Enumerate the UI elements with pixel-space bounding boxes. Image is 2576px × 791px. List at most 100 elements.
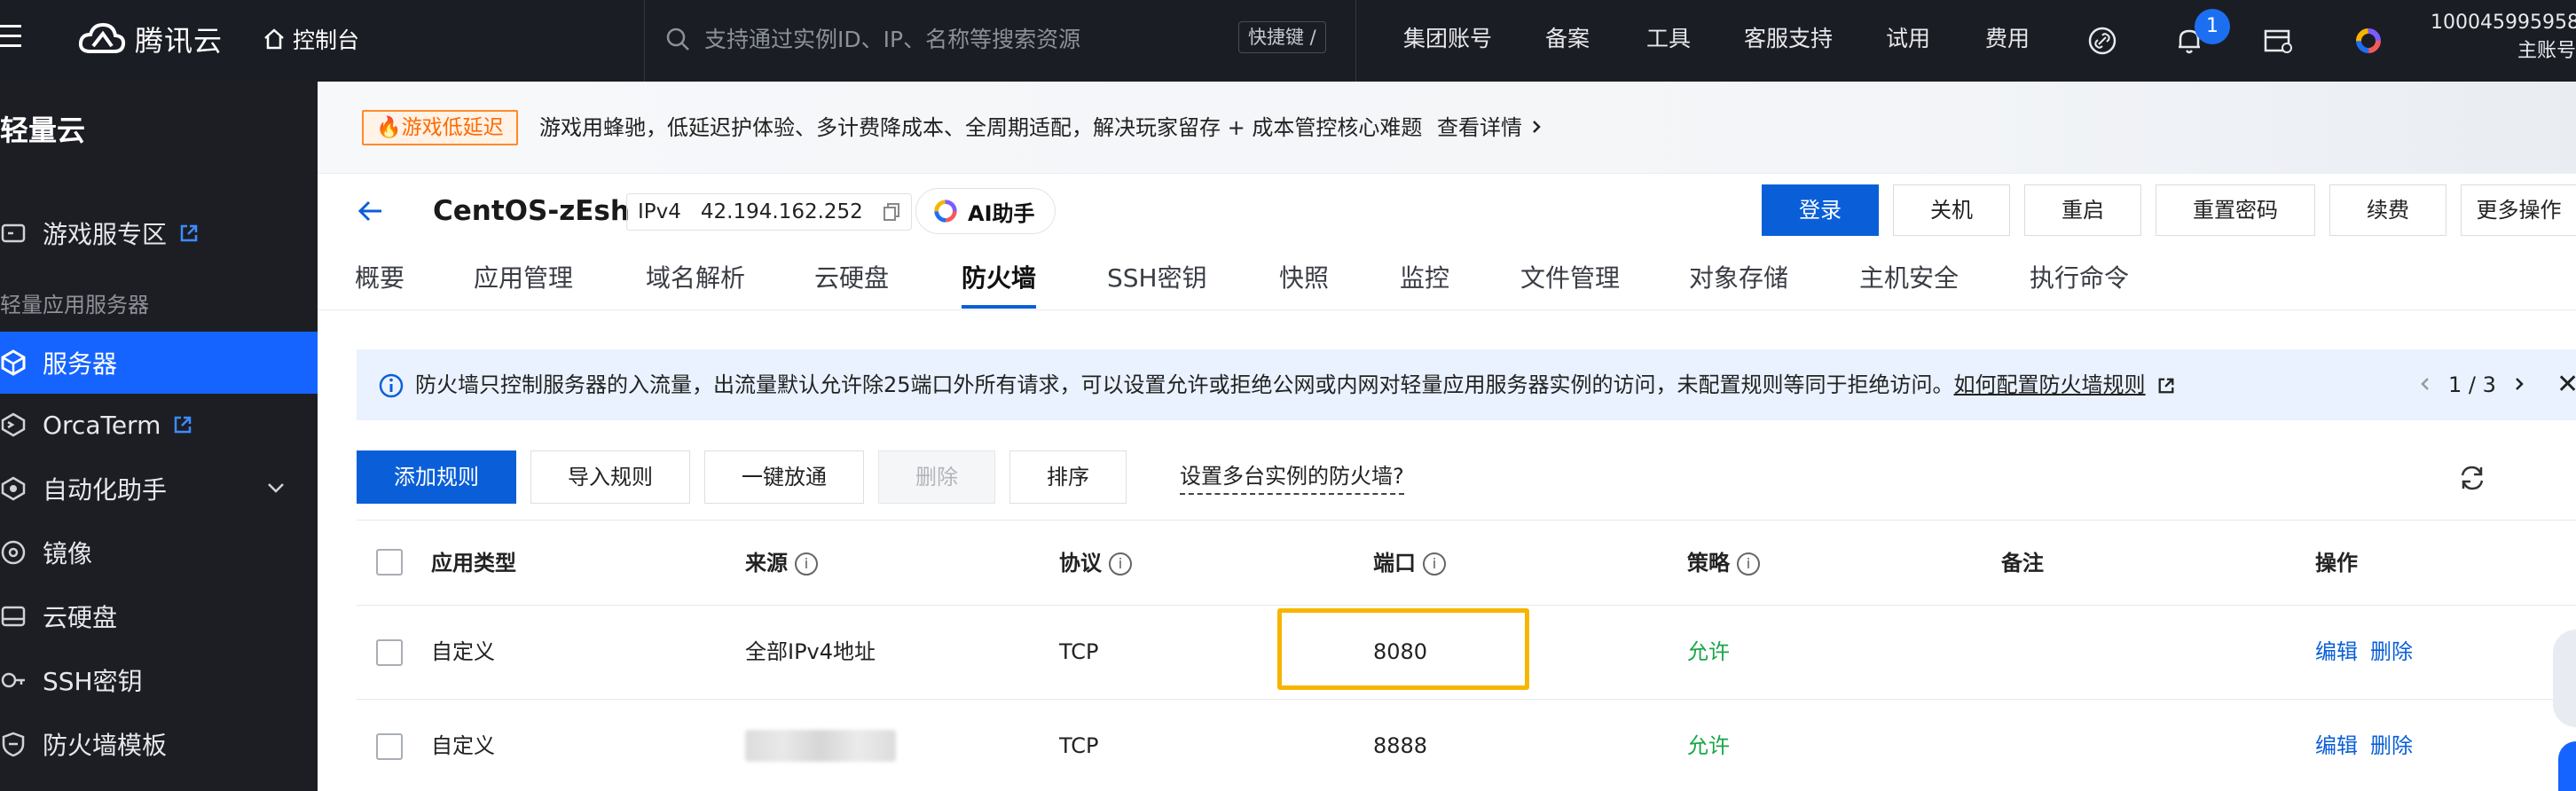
firewall-help-link[interactable]: 如何配置防火墙规则 bbox=[1954, 372, 2146, 397]
tab-overview[interactable]: 概要 bbox=[355, 259, 404, 298]
global-search[interactable] bbox=[665, 20, 1201, 59]
chevron-right-icon bbox=[1532, 121, 1541, 133]
instance-tabs: 概要 应用管理 域名解析 云硬盘 防火墙 SSH密钥 快照 监控 文件管理 对象… bbox=[318, 248, 2576, 310]
row-checkbox[interactable] bbox=[376, 639, 403, 666]
sidebar-item-automation[interactable]: 自动化助手 bbox=[0, 458, 318, 520]
sidebar-group-label: 轻量应用服务器 bbox=[0, 293, 149, 317]
notice-text: 防火墙只控制服务器的入流量，出流量默认允许除25端口外所有请求，可以设置允许或拒… bbox=[415, 367, 2175, 403]
info-icon[interactable]: i bbox=[1737, 552, 1760, 576]
promo-details-link[interactable]: 查看详情 bbox=[1437, 112, 1543, 144]
info-icon[interactable]: i bbox=[1423, 552, 1446, 576]
instance-header: CentOS-zEsh IPv4 42.194.162.252 AI助手 登录 … bbox=[318, 174, 2576, 248]
copy-icon[interactable] bbox=[883, 202, 900, 222]
delete-link[interactable]: 删除 bbox=[2370, 728, 2413, 764]
sidebar-item-label: 自动化助手 bbox=[43, 475, 168, 505]
nav-trial[interactable]: 试用 bbox=[1886, 20, 1930, 59]
disk-icon bbox=[0, 585, 43, 647]
ip-type: IPv4 bbox=[638, 200, 681, 223]
external-link-icon bbox=[175, 416, 192, 434]
chevron-left-icon[interactable] bbox=[2418, 376, 2432, 392]
sidebar-item-image[interactable]: 镜像 bbox=[0, 521, 318, 583]
automation-icon bbox=[0, 458, 43, 520]
sidebar-item-firewall-template[interactable]: 防火墙模板 bbox=[0, 713, 318, 775]
console-home-link[interactable]: 控制台 bbox=[263, 20, 359, 59]
cell-app-type: 自定义 bbox=[431, 733, 495, 758]
promo-banner: 🔥游戏低延迟 游戏用蜂驰，低延迟护体验、多计费降成本、全周期适配，解决玩家留存 … bbox=[318, 82, 2576, 174]
row-checkbox[interactable] bbox=[376, 733, 403, 760]
menu-icon[interactable] bbox=[0, 25, 23, 51]
promo-tag: 🔥游戏低延迟 bbox=[362, 110, 518, 145]
nav-filing[interactable]: 备案 bbox=[1545, 20, 1590, 59]
tab-monitor[interactable]: 监控 bbox=[1400, 259, 1449, 298]
header-protocol: 协议 i bbox=[1059, 545, 1132, 581]
sidebar-item-ssh-key[interactable]: SSH密钥 bbox=[0, 649, 318, 711]
ai-assistant-icon[interactable] bbox=[2351, 23, 2386, 59]
sidebar-item-disk[interactable]: 云硬盘 bbox=[0, 585, 318, 647]
nav-group-account[interactable]: 集团账号 bbox=[1403, 20, 1492, 59]
refresh-icon[interactable] bbox=[2457, 463, 2487, 493]
back-arrow-icon[interactable] bbox=[353, 193, 389, 229]
cell-app-type: 自定义 bbox=[431, 639, 495, 664]
info-icon[interactable]: i bbox=[795, 552, 818, 576]
floating-side-tab[interactable] bbox=[2553, 630, 2576, 727]
delete-link[interactable]: 删除 bbox=[2370, 634, 2413, 670]
open-all-button[interactable]: 一键放通 bbox=[704, 450, 864, 504]
floating-help-button[interactable] bbox=[2558, 741, 2576, 791]
tab-firewall[interactable]: 防火墙 bbox=[962, 259, 1036, 298]
link-icon[interactable] bbox=[2085, 23, 2120, 59]
nav-billing[interactable]: 费用 bbox=[1985, 20, 2030, 59]
header-note: 备注 bbox=[2001, 551, 2044, 576]
flame-icon: 🔥 bbox=[376, 116, 402, 139]
sidebar-item-label: 服务器 bbox=[43, 349, 118, 379]
user-menu[interactable]: 100045995958 主账号 bbox=[2431, 9, 2576, 66]
tab-app-management[interactable]: 应用管理 bbox=[474, 259, 573, 298]
login-button[interactable]: 登录 bbox=[1762, 184, 1879, 236]
sidebar-item-server[interactable]: 服务器 bbox=[0, 332, 318, 394]
reset-password-button[interactable]: 重置密码 bbox=[2156, 184, 2315, 236]
logo-text: 腾讯云 bbox=[135, 24, 224, 58]
sidebar-item-game-server[interactable]: 游戏服专区 bbox=[0, 202, 318, 264]
sidebar: 轻量云 游戏服专区 轻量应用服务器 服务器 OrcaTerm 自动化助手 镜像 … bbox=[0, 82, 318, 791]
cell-protocol: TCP bbox=[1059, 733, 1099, 758]
table-header: 应用类型 来源 i 协议 i 端口 i 策略 i 备注 操作 bbox=[357, 521, 2576, 606]
close-icon[interactable]: ✕ bbox=[2556, 367, 2576, 403]
tab-object-storage[interactable]: 对象存储 bbox=[1689, 259, 1788, 298]
rule-toolbar: 添加规则 导入规则 一键放通 删除 排序 设置多台实例的防火墙? bbox=[357, 450, 2576, 507]
tab-ssh-key[interactable]: SSH密钥 bbox=[1107, 259, 1207, 298]
tab-file-management[interactable]: 文件管理 bbox=[1520, 259, 1620, 298]
search-input[interactable] bbox=[704, 26, 1201, 52]
restart-button[interactable]: 重启 bbox=[2024, 184, 2141, 236]
shutdown-button[interactable]: 关机 bbox=[1893, 184, 2010, 236]
more-actions-button[interactable]: 更多操作 bbox=[2461, 184, 2576, 236]
image-icon bbox=[0, 521, 43, 583]
sidebar-item-orcaterm[interactable]: OrcaTerm bbox=[0, 394, 318, 456]
select-all-checkbox[interactable] bbox=[376, 549, 403, 576]
tab-host-security[interactable]: 主机安全 bbox=[1859, 259, 1959, 298]
edit-link[interactable]: 编辑 bbox=[2315, 634, 2358, 670]
tab-run-command[interactable]: 执行命令 bbox=[2030, 259, 2129, 298]
tab-dns[interactable]: 域名解析 bbox=[646, 259, 745, 298]
order-icon[interactable] bbox=[2260, 23, 2296, 59]
info-icon[interactable]: i bbox=[1109, 552, 1132, 576]
delete-button[interactable]: 删除 bbox=[878, 450, 995, 504]
nav-support[interactable]: 客服支持 bbox=[1744, 20, 1833, 59]
import-rules-button[interactable]: 导入规则 bbox=[530, 450, 690, 504]
header-port: 端口 i bbox=[1373, 545, 1446, 581]
home-icon bbox=[264, 28, 284, 50]
add-rule-button[interactable]: 添加规则 bbox=[357, 450, 516, 504]
notice-page-count: 1 / 3 bbox=[2448, 372, 2496, 397]
sort-button[interactable]: 排序 bbox=[1009, 450, 1127, 504]
edit-link[interactable]: 编辑 bbox=[2315, 728, 2358, 764]
chevron-right-icon[interactable] bbox=[2512, 376, 2526, 392]
renew-button[interactable]: 续费 bbox=[2329, 184, 2446, 236]
nav-tools[interactable]: 工具 bbox=[1646, 20, 1691, 59]
ai-assistant-button[interactable]: AI助手 bbox=[915, 188, 1056, 234]
tab-snapshot[interactable]: 快照 bbox=[1279, 259, 1329, 298]
promo-text: 游戏用蜂驰，低延迟护体验、多计费降成本、全周期适配，解决玩家留存 + 成本管控核… bbox=[539, 115, 1423, 140]
cell-source: 全部IPv4地址 bbox=[745, 639, 876, 664]
tencent-cloud-logo[interactable]: 腾讯云 bbox=[78, 20, 223, 59]
multi-instance-firewall-link[interactable]: 设置多台实例的防火墙? bbox=[1180, 459, 1404, 495]
search-icon bbox=[666, 27, 689, 51]
tab-disk[interactable]: 云硬盘 bbox=[814, 259, 889, 298]
sidebar-title: 轻量云 bbox=[0, 114, 86, 147]
